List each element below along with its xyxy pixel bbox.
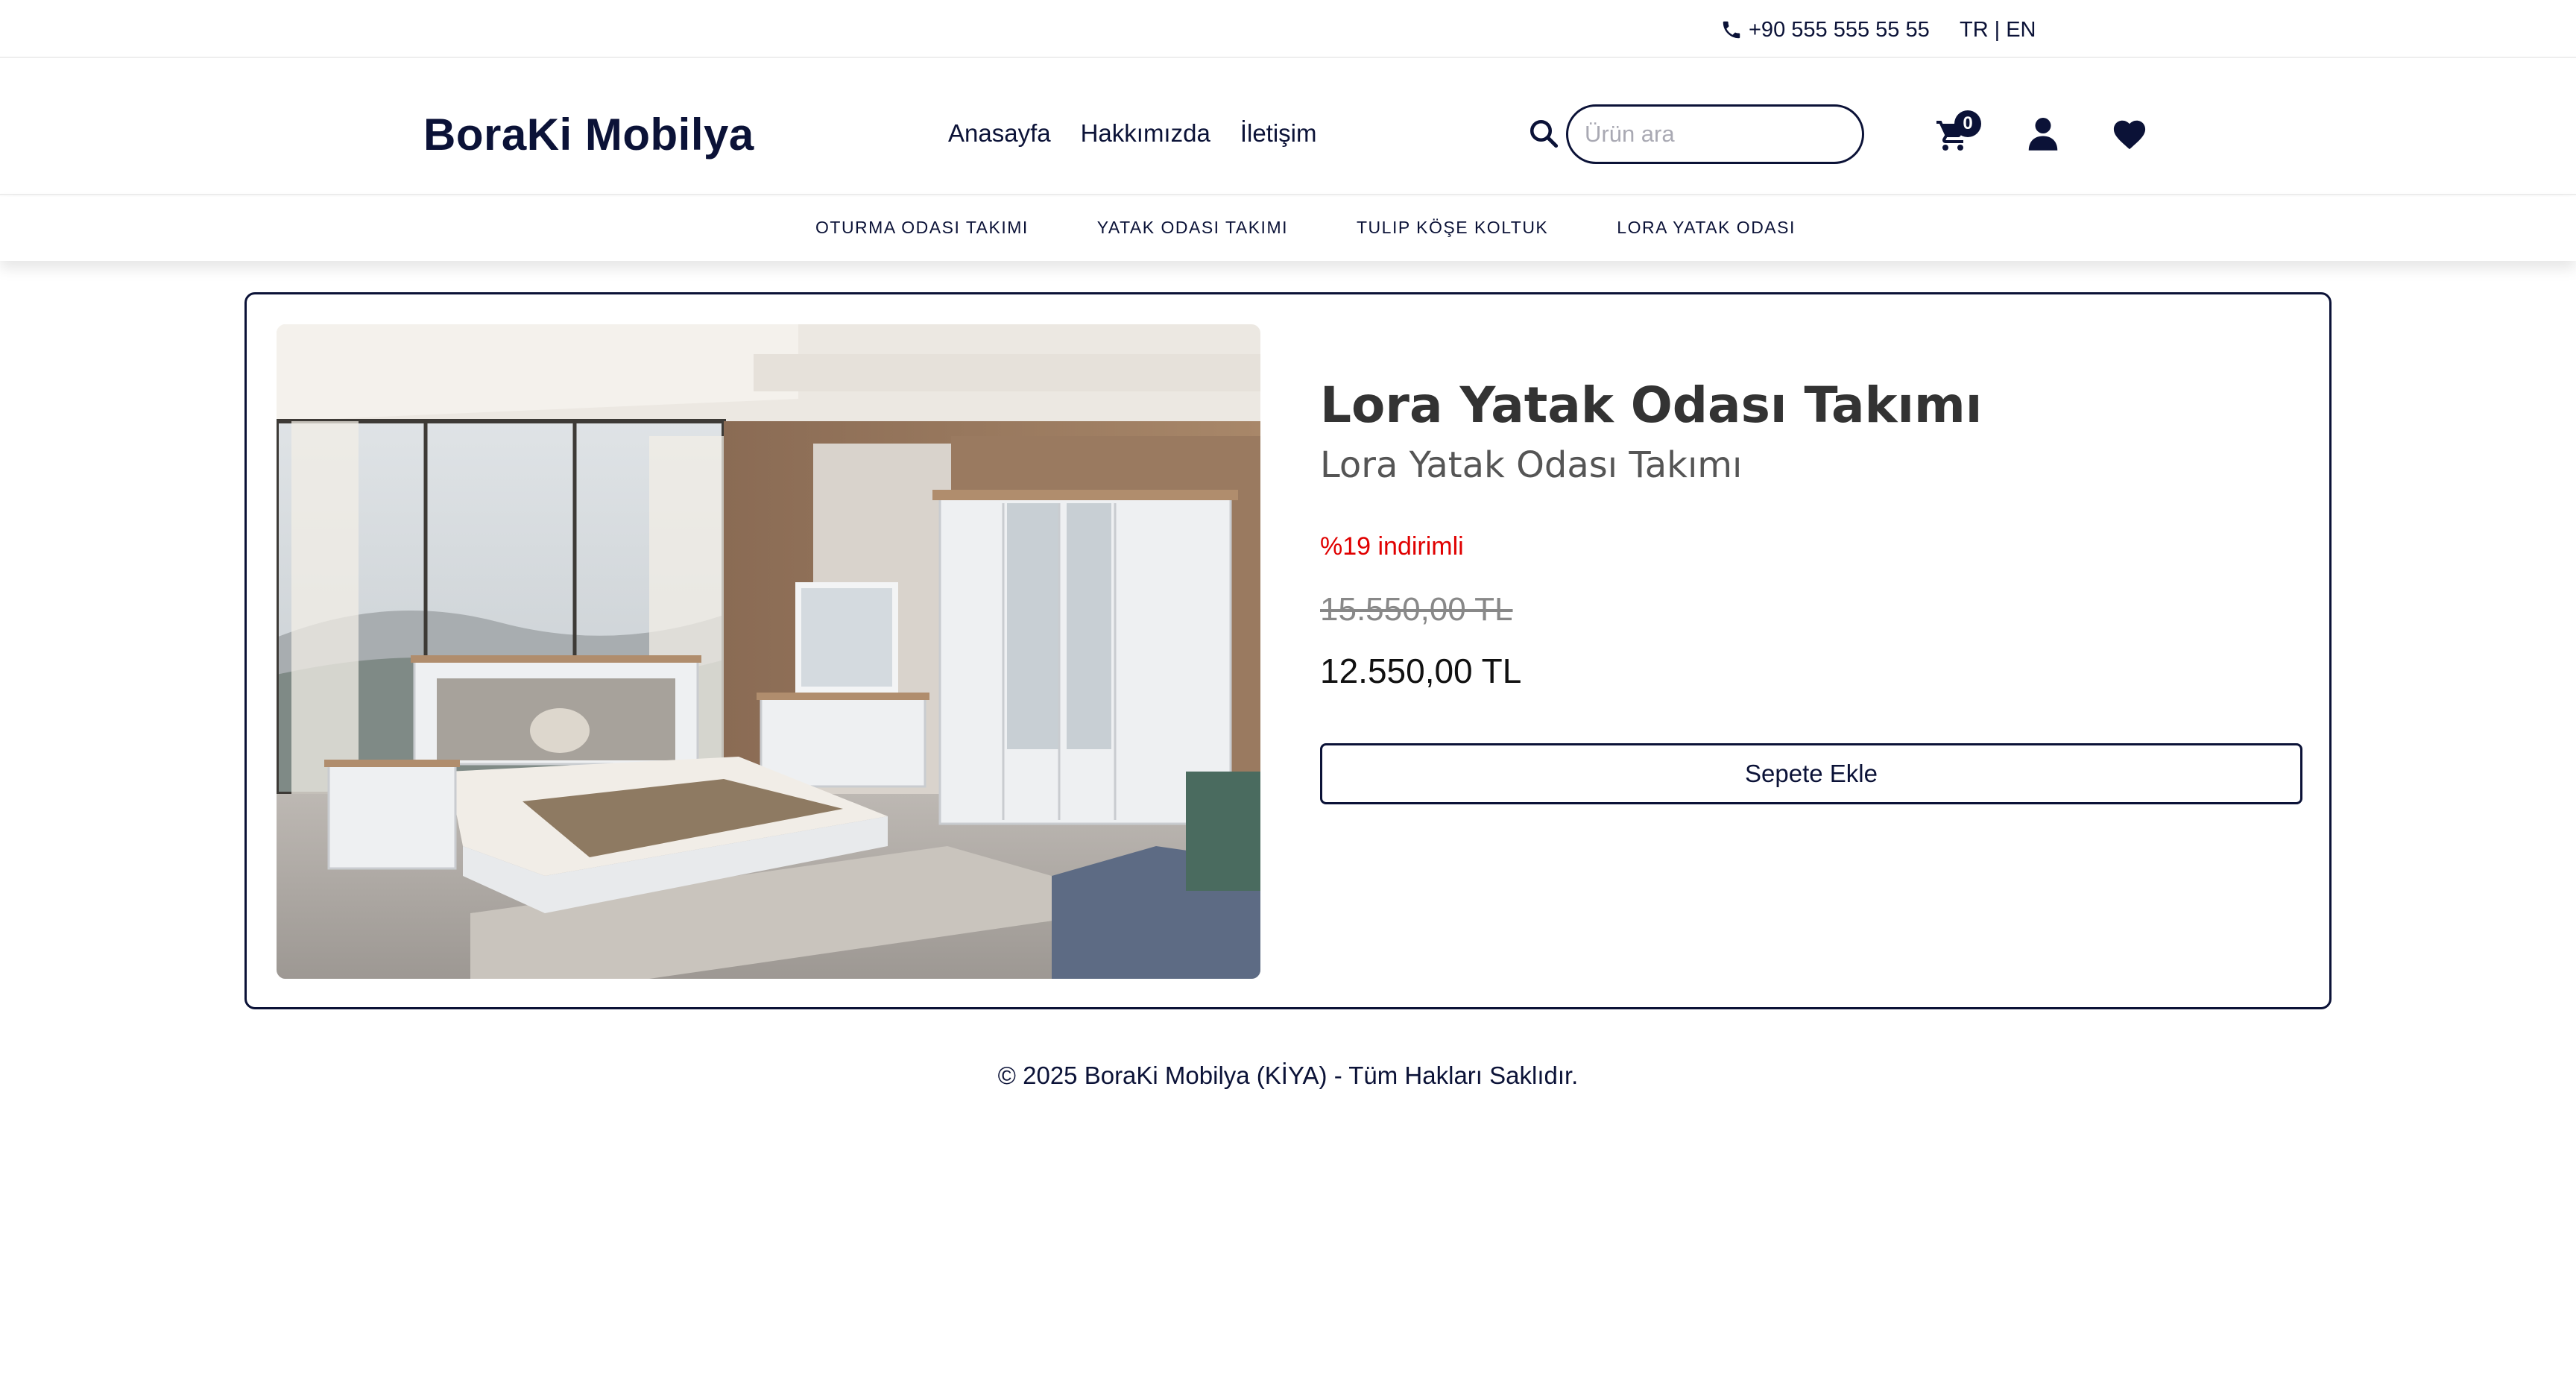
category-list: OTURMA ODASI TAKIMI YATAK ODASI TAKIMI T…	[815, 218, 1864, 238]
phone-contact[interactable]: +90 555 555 55 55	[1720, 15, 1930, 45]
nav-contact-link[interactable]: İletişim	[1240, 119, 1317, 148]
language-switcher: TR | EN	[1960, 15, 2036, 45]
search-icon[interactable]	[1528, 118, 1559, 149]
search-input[interactable]	[1566, 104, 1864, 164]
old-price: 15.550,00 TL	[1320, 591, 1513, 628]
lang-en-link[interactable]: EN	[2006, 18, 2036, 42]
heart-icon[interactable]	[2112, 118, 2147, 151]
product-info: Lora Yatak Odası Takımı Lora Yatak Odası…	[1320, 376, 2304, 804]
product-subtitle: Lora Yatak Odası Takımı	[1320, 444, 1743, 486]
lang-separator: |	[1994, 17, 2001, 42]
phone-number: +90 555 555 55 55	[1749, 17, 1930, 42]
cart-count-badge: 0	[1954, 110, 1981, 137]
main-header: BoraKi Mobilya Anasayfa Hakkımızda İleti…	[0, 60, 2576, 195]
main-nav: Anasayfa Hakkımızda İletişim	[948, 119, 1347, 148]
category-lora-bedroom[interactable]: LORA YATAK ODASI	[1617, 218, 1796, 238]
phone-icon	[1723, 21, 1740, 39]
current-price: 12.550,00 TL	[1320, 652, 1522, 690]
category-bedroom-set[interactable]: YATAK ODASI TAKIMI	[1097, 218, 1288, 238]
user-icon[interactable]	[2027, 116, 2059, 151]
top-bar: +90 555 555 55 55 TR | EN	[0, 0, 2576, 58]
footer-copyright: © 2025 BoraKi Mobilya (KİYA) - Tüm Hakla…	[997, 1062, 1579, 1089]
product-card: Lora Yatak Odası Takımı Lora Yatak Odası…	[244, 292, 2332, 1009]
site-logo[interactable]: BoraKi Mobilya	[423, 109, 754, 160]
nav-home-link[interactable]: Anasayfa	[948, 119, 1051, 148]
product-title: Lora Yatak Odası Takımı	[1320, 376, 1983, 434]
bedroom-illustration	[277, 324, 1260, 979]
discount-label: %19 indirimli	[1320, 532, 1464, 561]
category-tulip-corner-sofa[interactable]: TULIP KÖŞE KOLTUK	[1357, 218, 1548, 238]
lang-tr-link[interactable]: TR	[1960, 18, 1989, 42]
category-bar: OTURMA ODASI TAKIMI YATAK ODASI TAKIMI T…	[0, 197, 2576, 261]
nav-about-link[interactable]: Hakkımızda	[1081, 119, 1210, 148]
product-image	[277, 324, 1260, 979]
cart-button[interactable]: 0	[1935, 110, 1981, 154]
add-to-cart-button[interactable]: Sepete Ekle	[1320, 743, 2302, 804]
category-living-room-set[interactable]: OTURMA ODASI TAKIMI	[815, 218, 1029, 238]
